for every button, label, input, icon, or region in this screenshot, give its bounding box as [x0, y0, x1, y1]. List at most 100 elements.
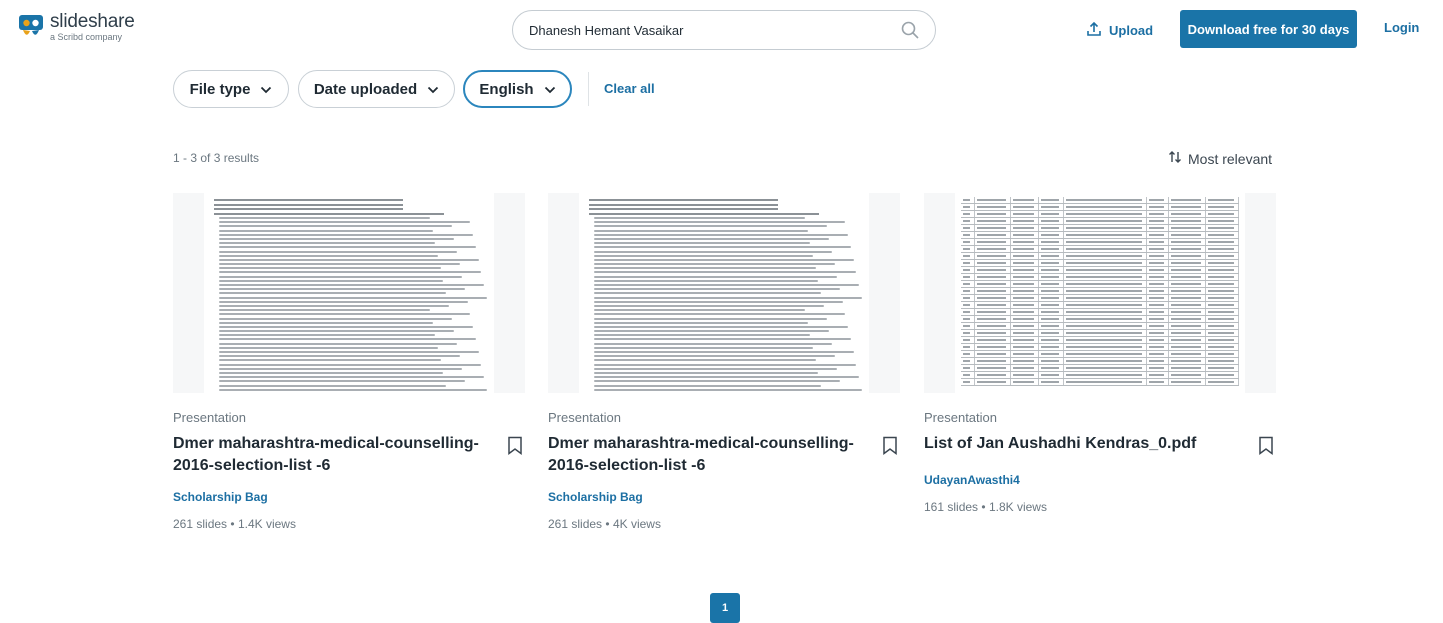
sort-dropdown[interactable]: Most relevant	[1168, 150, 1272, 167]
preview-table-cell	[961, 365, 975, 371]
search-bar[interactable]	[512, 10, 936, 50]
search-input[interactable]	[529, 22, 899, 38]
preview-table-cell	[975, 218, 1012, 224]
preview-table-cell	[1011, 302, 1039, 308]
preview-table-cell	[1039, 330, 1064, 336]
card-meta: 261 slides • 1.4K views	[173, 517, 525, 531]
slideshare-logo[interactable]: slideshare a Scribd company	[18, 12, 135, 42]
result-card[interactable]: Presentation Dmer maharashtra-medical-co…	[548, 193, 900, 531]
card-title[interactable]: Dmer maharashtra-medical-counselling-201…	[173, 433, 488, 477]
preview-header-line	[214, 208, 403, 210]
preview-table-cell	[1206, 274, 1239, 280]
clear-all-link[interactable]: Clear all	[604, 81, 655, 96]
document-thumbnail[interactable]	[173, 193, 525, 393]
chevron-down-icon	[427, 81, 439, 98]
preview-table-cell	[1011, 379, 1039, 385]
document-thumbnail[interactable]	[924, 193, 1276, 393]
preview-table-cell	[1011, 372, 1039, 378]
preview-table-cell	[1039, 204, 1064, 210]
card-type: Presentation	[924, 410, 997, 425]
preview-table-cell	[1064, 379, 1148, 385]
preview-text-line	[219, 321, 433, 324]
preview-table-cell	[1011, 274, 1039, 280]
preview-text-line	[219, 300, 468, 303]
preview-text-line	[594, 376, 859, 379]
preview-table-cell	[1064, 267, 1148, 273]
preview-table-cell	[1206, 204, 1239, 210]
preview-header-line	[589, 208, 778, 210]
preview-table-cell	[961, 225, 975, 231]
preview-text-line	[219, 225, 452, 228]
filter-file-type[interactable]: File type	[173, 70, 289, 108]
preview-table-cell	[1064, 337, 1148, 343]
card-title[interactable]: Dmer maharashtra-medical-counselling-201…	[548, 433, 863, 477]
card-author[interactable]: Scholarship Bag	[548, 490, 900, 504]
preview-table-cell	[975, 204, 1012, 210]
preview-table-row	[961, 337, 1239, 344]
preview-text-line	[594, 346, 814, 349]
preview-table-cell	[1039, 344, 1064, 350]
preview-table-cell	[1206, 337, 1239, 343]
preview-text-line	[594, 296, 862, 299]
preview-table-cell	[1206, 281, 1239, 287]
results-count: 1 - 3 of 3 results	[173, 151, 260, 165]
preview-table-cell	[961, 344, 975, 350]
preview-table-cell	[1064, 218, 1148, 224]
meta-separator: •	[981, 500, 989, 514]
filter-language[interactable]: English	[463, 70, 572, 108]
preview-table-row	[961, 260, 1239, 267]
preview-table-cell	[1206, 365, 1239, 371]
result-card[interactable]: Presentation Dmer maharashtra-medical-co…	[173, 193, 525, 531]
preview-text-line	[219, 229, 433, 232]
card-author[interactable]: UdayanAwasthi4	[924, 473, 1276, 487]
preview-table-cell	[1064, 295, 1148, 301]
preview-header-line	[589, 203, 778, 206]
preview-text-line	[594, 271, 857, 274]
sort-label: Most relevant	[1188, 150, 1273, 167]
card-author[interactable]: Scholarship Bag	[173, 490, 525, 504]
preview-text-line	[219, 330, 455, 333]
preview-table-cell	[1169, 218, 1206, 224]
bookmark-icon[interactable]	[1258, 436, 1276, 456]
bookmark-icon[interactable]	[507, 436, 525, 456]
filter-date-uploaded[interactable]: Date uploaded	[298, 70, 455, 108]
preview-table-cell	[1206, 197, 1239, 203]
search-icon[interactable]	[899, 19, 921, 41]
preview-table-cell	[1147, 288, 1170, 294]
preview-text-line	[594, 275, 838, 278]
preview-table-cell	[1064, 302, 1148, 308]
preview-table-cell	[961, 323, 975, 329]
document-thumbnail[interactable]	[548, 193, 900, 393]
preview-text-line	[219, 371, 444, 374]
preview-table-cell	[1011, 288, 1039, 294]
download-free-button[interactable]: Download free for 30 days	[1180, 10, 1357, 48]
preview-table-cell	[975, 337, 1012, 343]
preview-table-cell	[1206, 344, 1239, 350]
preview-table-cell	[1169, 253, 1206, 259]
preview-table-cell	[1064, 351, 1148, 357]
login-link[interactable]: Login	[1384, 20, 1419, 35]
preview-table-cell	[1064, 323, 1148, 329]
upload-button[interactable]: Upload	[1086, 20, 1153, 40]
preview-table-cell	[1206, 239, 1239, 245]
preview-text-line	[219, 388, 487, 391]
preview-table-cell	[1039, 218, 1064, 224]
bookmark-icon[interactable]	[882, 436, 900, 456]
preview-table-cell	[961, 204, 975, 210]
preview-text-line	[219, 359, 441, 362]
preview-header-line	[214, 203, 403, 206]
preview-text-line	[594, 221, 846, 224]
preview-table-row	[961, 372, 1239, 379]
preview-table-cell	[1147, 344, 1170, 350]
preview-table-cell	[1039, 197, 1064, 203]
preview-text-line	[594, 317, 827, 320]
preview-table-cell	[1169, 365, 1206, 371]
card-title[interactable]: List of Jan Aushadhi Kendras_0.pdf	[924, 433, 1239, 455]
preview-table-cell	[961, 246, 975, 252]
preview-table-row	[961, 302, 1239, 309]
pagination-page-1[interactable]: 1	[710, 593, 740, 623]
preview-table-cell	[1147, 302, 1170, 308]
meta-separator: •	[230, 517, 238, 531]
result-card[interactable]: Presentation List of Jan Aushadhi Kendra…	[924, 193, 1276, 514]
preview-text-line	[594, 304, 824, 307]
